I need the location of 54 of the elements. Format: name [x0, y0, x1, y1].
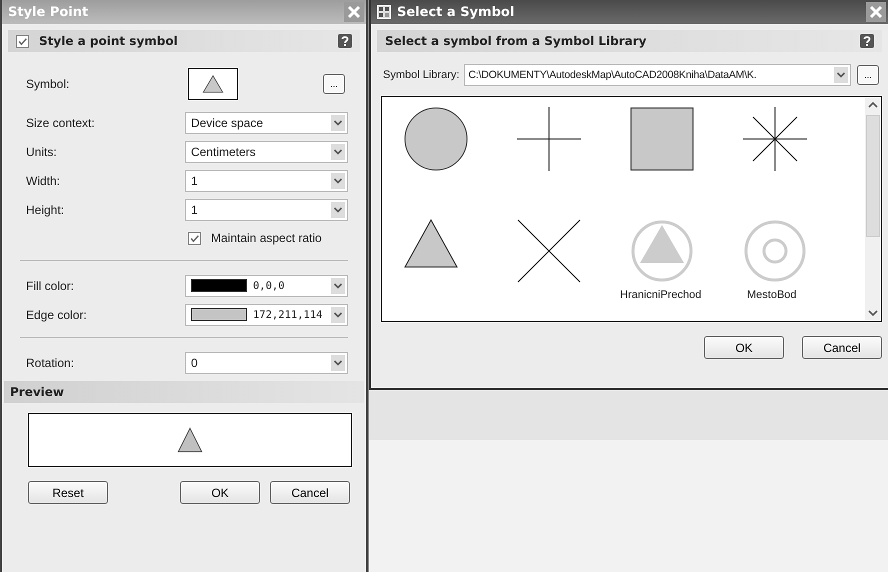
caret-icon: [331, 278, 345, 294]
section-title: Select a symbol from a Symbol Library: [385, 34, 648, 48]
window-icon: [377, 5, 391, 19]
symbol-label: MestoBod: [747, 289, 797, 301]
symbol-preview[interactable]: [188, 68, 238, 100]
library-dropdown[interactable]: C:\DOKUMENTY\AutodeskMap\AutoCAD2008Kniha\DataAM\K.: [464, 64, 851, 86]
scrollbar[interactable]: [865, 97, 881, 321]
dropdown[interactable]: Centimeters: [184, 140, 348, 162]
star-symbol[interactable]: [743, 107, 807, 171]
caret-icon: [331, 172, 345, 188]
close-icon[interactable]: [344, 2, 364, 22]
help-icon[interactable]: [338, 34, 352, 48]
dialog-button[interactable]: Cancel: [270, 481, 350, 504]
caret-icon: [331, 306, 345, 322]
field-label: Fill color:: [25, 278, 76, 292]
dialog-button[interactable]: Cancel: [802, 336, 882, 359]
cross-symbol[interactable]: [517, 219, 581, 283]
dropdown[interactable]: Device space: [184, 112, 348, 134]
color-dropdown[interactable]: 172,211,114: [184, 304, 348, 326]
browse-button[interactable]: ...: [857, 65, 879, 85]
caret-icon: [331, 354, 345, 370]
field-label: Width:: [25, 174, 62, 188]
circle-symbol[interactable]: [404, 107, 468, 171]
dialog-button[interactable]: OK: [704, 336, 784, 359]
caret-icon: [331, 202, 345, 218]
help-icon[interactable]: [860, 34, 874, 48]
window-title: Select a Symbol: [397, 4, 516, 20]
field-label: Symbol Library:: [383, 69, 460, 81]
plus-symbol[interactable]: [517, 107, 581, 171]
checkbox-label: Maintain aspect ratio: [211, 231, 322, 245]
section-title: Style a point symbol: [39, 34, 179, 48]
dropdown[interactable]: 1: [184, 198, 348, 220]
dialog-button[interactable]: OK: [180, 481, 260, 504]
field-label: Symbol:: [25, 77, 70, 91]
dialog-button[interactable]: Reset: [28, 481, 108, 504]
caret-icon: [331, 114, 345, 130]
field-label: Rotation:: [25, 356, 76, 370]
browse-button[interactable]: ...: [323, 74, 345, 94]
field-label: Units:: [25, 144, 58, 158]
checkbox[interactable]: [188, 232, 201, 244]
field-label: Edge color:: [25, 308, 88, 322]
preview-header: Preview: [4, 381, 364, 403]
square-symbol[interactable]: [630, 107, 694, 171]
close-icon[interactable]: [866, 2, 886, 22]
symbol-label: HranicniPrechod: [620, 289, 702, 301]
window-title: Style Point: [8, 4, 90, 20]
dropdown[interactable]: 1: [184, 170, 348, 192]
field-label: Height:: [25, 202, 66, 216]
caret-icon: [834, 67, 848, 83]
caret-icon: [331, 144, 345, 160]
checkbox[interactable]: [16, 34, 29, 48]
field-label: Size context:: [25, 116, 96, 130]
color-dropdown[interactable]: 0,0,0: [184, 274, 348, 296]
dropdown[interactable]: 0: [184, 352, 348, 374]
